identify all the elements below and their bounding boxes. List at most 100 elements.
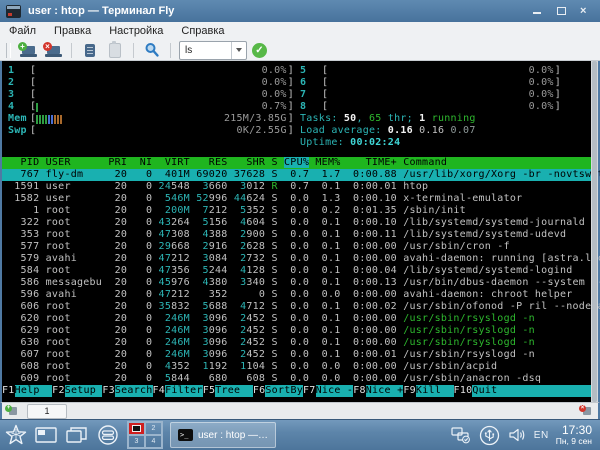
process-row-584[interactable]: 584 root 20 0 47356 5244 4128 S 0.0 0.1 … bbox=[2, 265, 591, 277]
clock-date: Пн, 9 сен bbox=[556, 437, 592, 446]
taskbar: 234 >_ user : htop —… EN 17:30 Пн, 9 сен bbox=[0, 419, 600, 450]
start-star-icon bbox=[5, 424, 27, 446]
meter-7: 7[0.0%] bbox=[294, 89, 561, 101]
paste-button[interactable] bbox=[105, 42, 125, 59]
command-combobox[interactable]: ls bbox=[179, 41, 247, 60]
terminal-app-icon bbox=[6, 5, 21, 18]
storage-button[interactable] bbox=[96, 424, 120, 446]
process-row-1591[interactable]: 1591 user 20 0 24548 3660 3012 R 0.7 0.1… bbox=[2, 181, 591, 193]
meter-swp: Swp[0K/2.55G] bbox=[2, 125, 294, 137]
toolbar-separator bbox=[170, 43, 171, 58]
chevron-down-icon[interactable] bbox=[231, 42, 246, 59]
volume-tray-button[interactable] bbox=[507, 425, 527, 445]
scrollbar-thumb[interactable] bbox=[592, 61, 597, 402]
new-session-button[interactable]: + bbox=[18, 42, 38, 59]
menu-settings[interactable]: Настройка bbox=[100, 22, 172, 40]
process-row-620[interactable]: 620 root 20 0 246M 3096 2452 S 0.0 0.1 0… bbox=[2, 313, 591, 325]
terminal-tabbar: + 1 × bbox=[0, 402, 600, 419]
minimize-button[interactable] bbox=[532, 6, 542, 16]
meter-2: 2[0.0%] bbox=[2, 77, 294, 89]
taskbar-clock[interactable]: 17:30 Пн, 9 сен bbox=[556, 424, 595, 446]
process-row-608[interactable]: 608 root 20 0 4352 1192 1104 S 0.0 0.0 0… bbox=[2, 361, 591, 373]
taskbar-task-htop[interactable]: >_ user : htop —… bbox=[170, 422, 276, 448]
pager-desktop-1[interactable] bbox=[128, 422, 145, 435]
tab-1[interactable]: 1 bbox=[27, 404, 67, 419]
load-average-line: Load average: 0.16 0.16 0.07 bbox=[294, 125, 561, 137]
pager-desktop-4[interactable]: 4 bbox=[145, 435, 162, 448]
process-row-353[interactable]: 353 root 20 0 47308 4388 2900 S 0.0 0.1 … bbox=[2, 229, 591, 241]
copy-icon bbox=[85, 44, 95, 57]
toolbar: + × ls ✓ bbox=[0, 40, 600, 61]
clock-time: 17:30 bbox=[556, 424, 592, 437]
show-desktop-icon bbox=[34, 425, 58, 445]
desktop-pager[interactable]: 234 bbox=[127, 421, 163, 449]
copy-button[interactable] bbox=[80, 42, 100, 59]
meter-1: 1[0.0%] bbox=[2, 65, 294, 77]
search-button[interactable] bbox=[142, 42, 162, 59]
command-value: ls bbox=[180, 45, 231, 56]
toolbar-separator bbox=[133, 43, 134, 58]
menubar: Файл Правка Настройка Справка bbox=[0, 22, 600, 40]
process-table-header[interactable]: PID USER PRI NI VIRT RES SHR S CPU% MEM%… bbox=[2, 157, 591, 169]
htop-screen: 1[0.0%]2[0.0%]3[0.0%]4[0.7%]Mem[215M/3.8… bbox=[2, 61, 591, 402]
close-tab-button[interactable]: × bbox=[579, 405, 595, 418]
pager-desktop-2[interactable]: 2 bbox=[145, 422, 162, 435]
storage-icon bbox=[96, 424, 120, 446]
add-tab-button[interactable]: + bbox=[5, 405, 21, 418]
window-list-icon bbox=[65, 425, 89, 445]
task-label: user : htop —… bbox=[198, 430, 268, 441]
process-row-1[interactable]: 1 root 20 0 200M 7212 5352 S 0.0 0.2 0:0… bbox=[2, 205, 591, 217]
start-menu-button[interactable] bbox=[5, 424, 27, 446]
process-row-579[interactable]: 579 avahi 20 0 47212 3084 2732 S 0.0 0.1… bbox=[2, 253, 591, 265]
function-key-bar[interactable]: F1Help F2Setup F3SearchF4FilterF5Tree F6… bbox=[2, 385, 591, 397]
keyboard-layout-indicator[interactable]: EN bbox=[534, 430, 549, 441]
terminal[interactable]: 1[0.0%]2[0.0%]3[0.0%]4[0.7%]Mem[215M/3.8… bbox=[0, 61, 600, 402]
run-command-button[interactable]: ✓ bbox=[252, 43, 267, 58]
usb-icon bbox=[479, 425, 500, 446]
process-row-606[interactable]: 606 root 20 0 35832 5688 4712 S 0.0 0.1 … bbox=[2, 301, 591, 313]
plus-badge-icon: + bbox=[5, 405, 12, 412]
show-desktop-button[interactable] bbox=[34, 425, 58, 445]
meter-3: 3[0.0%] bbox=[2, 89, 294, 101]
process-row-767[interactable]: 767 fly-dm 20 0 401M 69020 37628 S 0.7 1… bbox=[2, 169, 591, 181]
meter-5: 5[0.0%] bbox=[294, 65, 561, 77]
network-tray-button[interactable] bbox=[450, 425, 472, 445]
window-title: user : htop — Терминал Fly bbox=[28, 5, 174, 17]
terminal-window: user : htop — Терминал Fly × Файл Правка… bbox=[0, 0, 600, 419]
tasks-line: Tasks: 50, 65 thr; 1 running bbox=[294, 113, 561, 125]
titlebar[interactable]: user : htop — Терминал Fly × bbox=[0, 0, 600, 22]
terminal-task-icon: >_ bbox=[178, 429, 193, 441]
plus-badge-icon: + bbox=[18, 42, 27, 51]
search-icon bbox=[144, 42, 160, 58]
window-list-button[interactable] bbox=[65, 425, 89, 445]
menu-edit[interactable]: Правка bbox=[45, 22, 100, 40]
process-row-1582[interactable]: 1582 user 20 0 546M 52996 44624 S 0.0 1.… bbox=[2, 193, 591, 205]
process-row-577[interactable]: 577 root 20 0 29668 2916 2628 S 0.0 0.1 … bbox=[2, 241, 591, 253]
maximize-button[interactable] bbox=[556, 6, 566, 16]
menu-help[interactable]: Справка bbox=[172, 22, 233, 40]
paste-icon bbox=[109, 43, 121, 58]
meter-6: 6[0.0%] bbox=[294, 77, 561, 89]
close-button[interactable]: × bbox=[580, 6, 590, 16]
meter-4: 4[0.7%] bbox=[2, 101, 294, 113]
meter-8: 8[0.0%] bbox=[294, 101, 561, 113]
terminal-scrollbar[interactable] bbox=[591, 61, 598, 402]
process-row-607[interactable]: 607 root 20 0 246M 3096 2452 S 0.0 0.1 0… bbox=[2, 349, 591, 361]
close-session-button[interactable]: × bbox=[43, 42, 63, 59]
process-row-596[interactable]: 596 avahi 20 0 47212 352 0 S 0.0 0.0 0:0… bbox=[2, 289, 591, 301]
process-row-609[interactable]: 609 root 20 0 5844 680 608 S 0.0 0.0 0:0… bbox=[2, 373, 591, 385]
cross-badge-icon: × bbox=[43, 42, 52, 51]
process-row-586[interactable]: 586 messagebu 20 0 45976 4380 3340 S 0.0… bbox=[2, 277, 591, 289]
usb-tray-button[interactable] bbox=[479, 425, 500, 446]
process-row-629[interactable]: 629 root 20 0 246M 3096 2452 S 0.0 0.1 0… bbox=[2, 325, 591, 337]
uptime-line: Uptime: 00:02:24 bbox=[294, 137, 561, 149]
toolbar-grip[interactable] bbox=[6, 43, 11, 58]
volume-icon bbox=[507, 425, 527, 445]
toolbar-separator bbox=[71, 43, 72, 58]
meter-mem: Mem[215M/3.85G] bbox=[2, 113, 294, 125]
pager-desktop-3[interactable]: 3 bbox=[128, 435, 145, 448]
menu-file[interactable]: Файл bbox=[0, 22, 45, 40]
process-row-630[interactable]: 630 root 20 0 246M 3096 2452 S 0.0 0.1 0… bbox=[2, 337, 591, 349]
network-icon bbox=[450, 425, 472, 445]
process-row-322[interactable]: 322 root 20 0 43264 5156 4604 S 0.0 0.1 … bbox=[2, 217, 591, 229]
